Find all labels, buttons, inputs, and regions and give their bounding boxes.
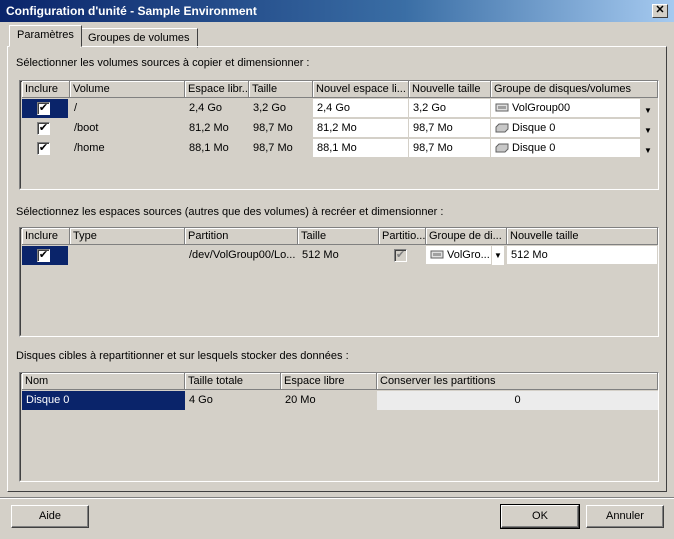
ok-button[interactable]: OK	[500, 504, 580, 529]
group-value: Disque 0	[512, 122, 556, 134]
volumes-grid: Inclure Volume Espace libr... Taille Nou…	[19, 80, 659, 190]
group-value: VolGroup00	[512, 102, 571, 114]
free-cell: 2,4 Go	[189, 102, 223, 114]
cancel-button[interactable]: Annuler	[586, 505, 664, 528]
size-cell: 98,7 Mo	[253, 142, 293, 154]
col-header[interactable]: Inclure	[22, 81, 70, 98]
col-header[interactable]: Taille	[249, 81, 313, 98]
size-cell: 98,7 Mo	[253, 122, 293, 134]
disk-icon	[495, 123, 509, 133]
col-header[interactable]: Nom	[22, 373, 185, 390]
separator	[0, 497, 674, 499]
group-value: Disque 0	[512, 142, 556, 154]
tab-volume-groups[interactable]: Groupes de volumes	[80, 28, 198, 48]
new-free-input[interactable]: 2,4 Go	[313, 99, 409, 118]
total-size-cell: 4 Go	[189, 394, 213, 406]
keep-partitions-cell[interactable]: 0	[377, 391, 658, 410]
col-header[interactable]: Groupe de di...	[426, 228, 507, 245]
window-title: Configuration d'unité - Sample Environme…	[6, 4, 257, 18]
new-size-input[interactable]: 98,7 Mo	[409, 119, 491, 138]
check-icon: ✔	[38, 122, 49, 134]
volume-cell: /	[74, 102, 78, 114]
col-header[interactable]: Taille totale	[185, 373, 281, 390]
new-size-input[interactable]: 3,2 Go	[409, 99, 491, 118]
check-icon: ✔	[38, 249, 49, 261]
close-icon: ✕	[655, 4, 665, 16]
disk-name-cell[interactable]: Disque 0	[22, 391, 185, 410]
partition-cell: /dev/VolGroup00/Lo...	[189, 249, 296, 261]
col-header[interactable]: Inclure	[22, 228, 70, 245]
partition-checkbox: ✔	[394, 249, 407, 262]
section2-label: Sélectionnez les espaces sources (autres…	[16, 206, 444, 218]
col-header[interactable]: Type	[70, 228, 185, 245]
tab-label: Paramètres	[17, 29, 74, 41]
volume-group-icon	[430, 250, 444, 259]
section1-label: Sélectionner les volumes sources à copie…	[16, 57, 310, 69]
section3-label: Disques cibles à repartitionner et sur l…	[16, 350, 349, 362]
new-size-input[interactable]: 98,7 Mo	[409, 139, 491, 158]
volume-cell: /boot	[74, 122, 99, 134]
col-header[interactable]: Nouvelle taille	[409, 81, 491, 98]
spaces-grid: Inclure Type Partition Taille Partitio..…	[19, 227, 659, 337]
type-cell	[70, 246, 185, 265]
new-size-input[interactable]: 512 Mo	[507, 246, 658, 265]
chevron-down-icon[interactable]: ▼	[642, 141, 654, 160]
check-icon: ✔	[38, 102, 49, 114]
disk-icon	[495, 143, 509, 153]
col-header[interactable]: Partitio...	[379, 228, 426, 245]
include-checkbox[interactable]: ✔	[37, 102, 50, 115]
close-button[interactable]: ✕	[652, 4, 668, 18]
col-header[interactable]: Volume	[70, 81, 185, 98]
col-header[interactable]: Nouvelle taille	[507, 228, 658, 245]
chevron-down-icon[interactable]: ▼	[492, 246, 504, 265]
col-header[interactable]: Partition	[185, 228, 298, 245]
free-cell: 81,2 Mo	[189, 122, 229, 134]
chevron-down-icon[interactable]: ▼	[642, 121, 654, 140]
free-cell: 88,1 Mo	[189, 142, 229, 154]
tab-label: Groupes de volumes	[88, 32, 190, 44]
new-free-input[interactable]: 88,1 Mo	[313, 139, 409, 158]
include-checkbox[interactable]: ✔	[37, 142, 50, 155]
tab-parameters[interactable]: Paramètres	[9, 25, 82, 47]
chevron-down-icon[interactable]: ▼	[642, 101, 654, 120]
volume-cell: /home	[74, 142, 105, 154]
volume-group-icon	[495, 103, 509, 112]
check-icon: ✔	[38, 142, 49, 154]
group-select[interactable]: Disque 0	[491, 119, 641, 138]
include-checkbox[interactable]: ✔	[37, 249, 50, 262]
group-select[interactable]: Disque 0	[491, 139, 641, 158]
group-select[interactable]: VolGro...	[426, 246, 492, 265]
col-header[interactable]: Nouvel espace li...	[313, 81, 409, 98]
size-cell: 3,2 Go	[253, 102, 287, 114]
group-value: VolGro...	[447, 249, 490, 261]
col-header[interactable]: Groupe de disques/volumes	[491, 81, 658, 98]
col-header[interactable]: Conserver les partitions	[377, 373, 658, 390]
title-bar: Configuration d'unité - Sample Environme…	[0, 0, 674, 22]
col-header[interactable]: Espace libr...	[185, 81, 249, 98]
group-select[interactable]: VolGroup00	[491, 99, 641, 118]
help-button[interactable]: Aide	[11, 505, 89, 528]
col-header[interactable]: Taille	[298, 228, 379, 245]
col-header[interactable]: Espace libre	[281, 373, 377, 390]
size-cell: 512 Mo	[302, 249, 339, 261]
free-space-cell: 20 Mo	[285, 394, 316, 406]
new-free-input[interactable]: 81,2 Mo	[313, 119, 409, 138]
check-icon: ✔	[395, 249, 406, 261]
target-disks-grid: Nom Taille totale Espace libre Conserver…	[19, 372, 659, 482]
include-checkbox[interactable]: ✔	[37, 122, 50, 135]
